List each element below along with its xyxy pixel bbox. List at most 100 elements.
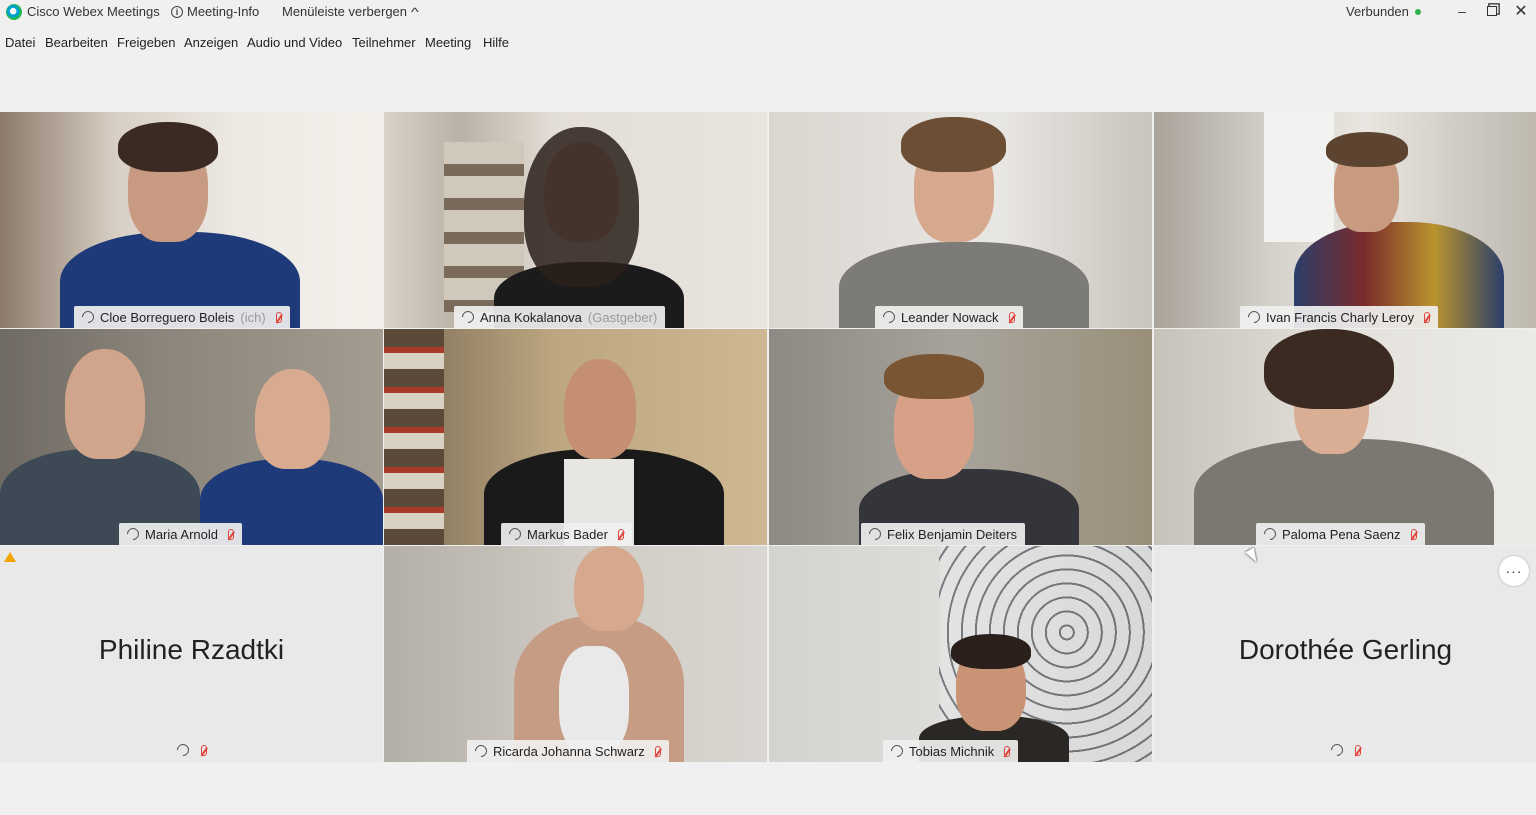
audio-connected-icon (472, 742, 490, 760)
audio-connected-icon (888, 742, 906, 760)
participant-tile-active-speaker[interactable]: Anna Kokalanova (Gastgeber) (384, 112, 767, 328)
audio-connected-icon (459, 308, 477, 326)
participant-tile[interactable]: Cloe Borreguero Boleis (ich) (0, 112, 383, 328)
video-feed (0, 329, 383, 545)
minimize-icon: – (1458, 3, 1466, 19)
name-label: Tobias Michnik (883, 740, 1019, 762)
video-feed (384, 546, 767, 762)
restore-icon (1487, 6, 1497, 16)
participant-name: Markus Bader (527, 526, 608, 542)
name-label: Ivan Francis Charly Leroy (1240, 306, 1439, 328)
participant-face (574, 546, 644, 631)
participant-name: Felix Benjamin Deiters (887, 526, 1018, 542)
participant-face (65, 349, 145, 459)
video-feed (769, 546, 1152, 762)
minimize-button[interactable]: – (1447, 0, 1477, 22)
video-feed (769, 112, 1152, 328)
connection-status: Verbunden (1346, 4, 1421, 19)
close-icon: ✕ (1514, 3, 1528, 20)
participant-tile[interactable]: Leander Nowack (769, 112, 1152, 328)
participant-hair (951, 634, 1031, 669)
more-icon: ··· (1505, 563, 1523, 579)
participant-tile[interactable]: Paloma Pena Saenz (1154, 329, 1536, 545)
participant-hair (884, 354, 984, 399)
connected-dot-icon (1414, 8, 1421, 15)
mic-muted-icon (1004, 745, 1011, 757)
participant-hair (1326, 132, 1408, 167)
participant-tile[interactable]: Markus Bader (384, 329, 767, 545)
participant-name-large: Philine Rzadtki (98, 634, 285, 665)
participant-hair (1264, 329, 1394, 409)
bookshelf (384, 329, 444, 545)
video-feed (384, 112, 767, 328)
name-label: Ricarda Johanna Schwarz (467, 740, 669, 762)
menu-audio-video[interactable]: Audio und Video (247, 35, 342, 50)
video-feed (384, 329, 767, 545)
menu-anzeigen[interactable]: Anzeigen (184, 35, 238, 50)
mic-muted-icon (654, 745, 661, 757)
name-label: Anna Kokalanova (Gastgeber) (454, 306, 666, 328)
menu-freigeben[interactable]: Freigeben (117, 35, 176, 50)
close-button[interactable]: ✕ (1506, 0, 1536, 22)
webex-logo-icon (6, 4, 22, 20)
audio-connected-icon (124, 525, 142, 543)
meeting-info-button[interactable]: i Meeting-Info (171, 4, 259, 19)
name-label: Paloma Pena Saenz (1256, 523, 1425, 545)
participant-tile[interactable]: Ivan Francis Charly Leroy (1154, 112, 1536, 328)
connection-status-label: Verbunden (1346, 4, 1409, 19)
name-label: Markus Bader (501, 523, 632, 545)
participant-name: Anna Kokalanova (480, 309, 582, 325)
participant-hair (901, 117, 1006, 172)
participant-name: Ivan Francis Charly Leroy (1266, 309, 1415, 325)
audio-connected-icon (506, 525, 524, 543)
more-options-button[interactable]: ··· (1499, 556, 1529, 586)
participant-tile[interactable]: Ricarda Johanna Schwarz (384, 546, 767, 762)
participant-tile[interactable]: Felix Benjamin Deiters (769, 329, 1152, 545)
audio-connected-icon (1261, 525, 1279, 543)
warning-icon (4, 552, 16, 562)
participant-tile-no-video[interactable]: ··· Dorothée Gerling (1154, 546, 1536, 762)
participant-tile-no-video[interactable]: Philine Rzadtki (0, 546, 383, 762)
participant-status-icons (0, 741, 383, 759)
participant-role: (ich) (240, 309, 266, 325)
name-label: Leander Nowack (875, 306, 1023, 328)
participant-name: Tobias Michnik (909, 743, 995, 759)
mic-muted-icon (1354, 744, 1361, 756)
menu-teilnehmer[interactable]: Teilnehmer (352, 35, 416, 50)
menu-hilfe[interactable]: Hilfe (483, 35, 509, 50)
participant-hair (118, 122, 218, 172)
video-feed (0, 112, 383, 328)
hide-menubar-button[interactable]: Menüleiste verbergen ^ (282, 4, 419, 19)
menu-datei[interactable]: Datei (5, 35, 35, 50)
participant-name: Maria Arnold (145, 526, 218, 542)
participant-tile[interactable]: Maria Arnold (0, 329, 383, 545)
chevron-up-icon: ^ (410, 4, 419, 19)
mic-muted-icon (1008, 311, 1015, 323)
mic-muted-icon (1410, 528, 1417, 540)
participant-name: Ricarda Johanna Schwarz (493, 743, 645, 759)
participant-tile[interactable]: Tobias Michnik (769, 546, 1152, 762)
name-label: Maria Arnold (119, 523, 242, 545)
menu-bearbeiten[interactable]: Bearbeiten (45, 35, 108, 50)
audio-connected-icon (1328, 741, 1345, 759)
mic-muted-icon (1424, 311, 1431, 323)
audio-connected-icon (174, 741, 191, 759)
meeting-info-label: Meeting-Info (187, 4, 260, 19)
app-title: Cisco Webex Meetings (27, 4, 160, 19)
restore-button[interactable] (1477, 0, 1507, 22)
participant-role: (Gastgeber) (587, 309, 658, 325)
audio-connected-icon (1245, 308, 1263, 326)
audio-connected-icon (866, 525, 884, 543)
video-feed (1154, 329, 1536, 545)
participant-face (255, 369, 330, 469)
video-grid: Cloe Borreguero Boleis (ich) Anna Kokala… (0, 112, 1536, 763)
name-label: Cloe Borreguero Boleis (ich) (74, 306, 290, 328)
name-label: Felix Benjamin Deiters (861, 523, 1026, 545)
window (1264, 112, 1334, 242)
participant-status-icons (1154, 741, 1536, 759)
participant-hair (524, 127, 639, 287)
menu-meeting[interactable]: Meeting (425, 35, 471, 50)
video-feed (1154, 112, 1536, 328)
mic-muted-icon (617, 528, 624, 540)
participant-face (564, 359, 636, 459)
